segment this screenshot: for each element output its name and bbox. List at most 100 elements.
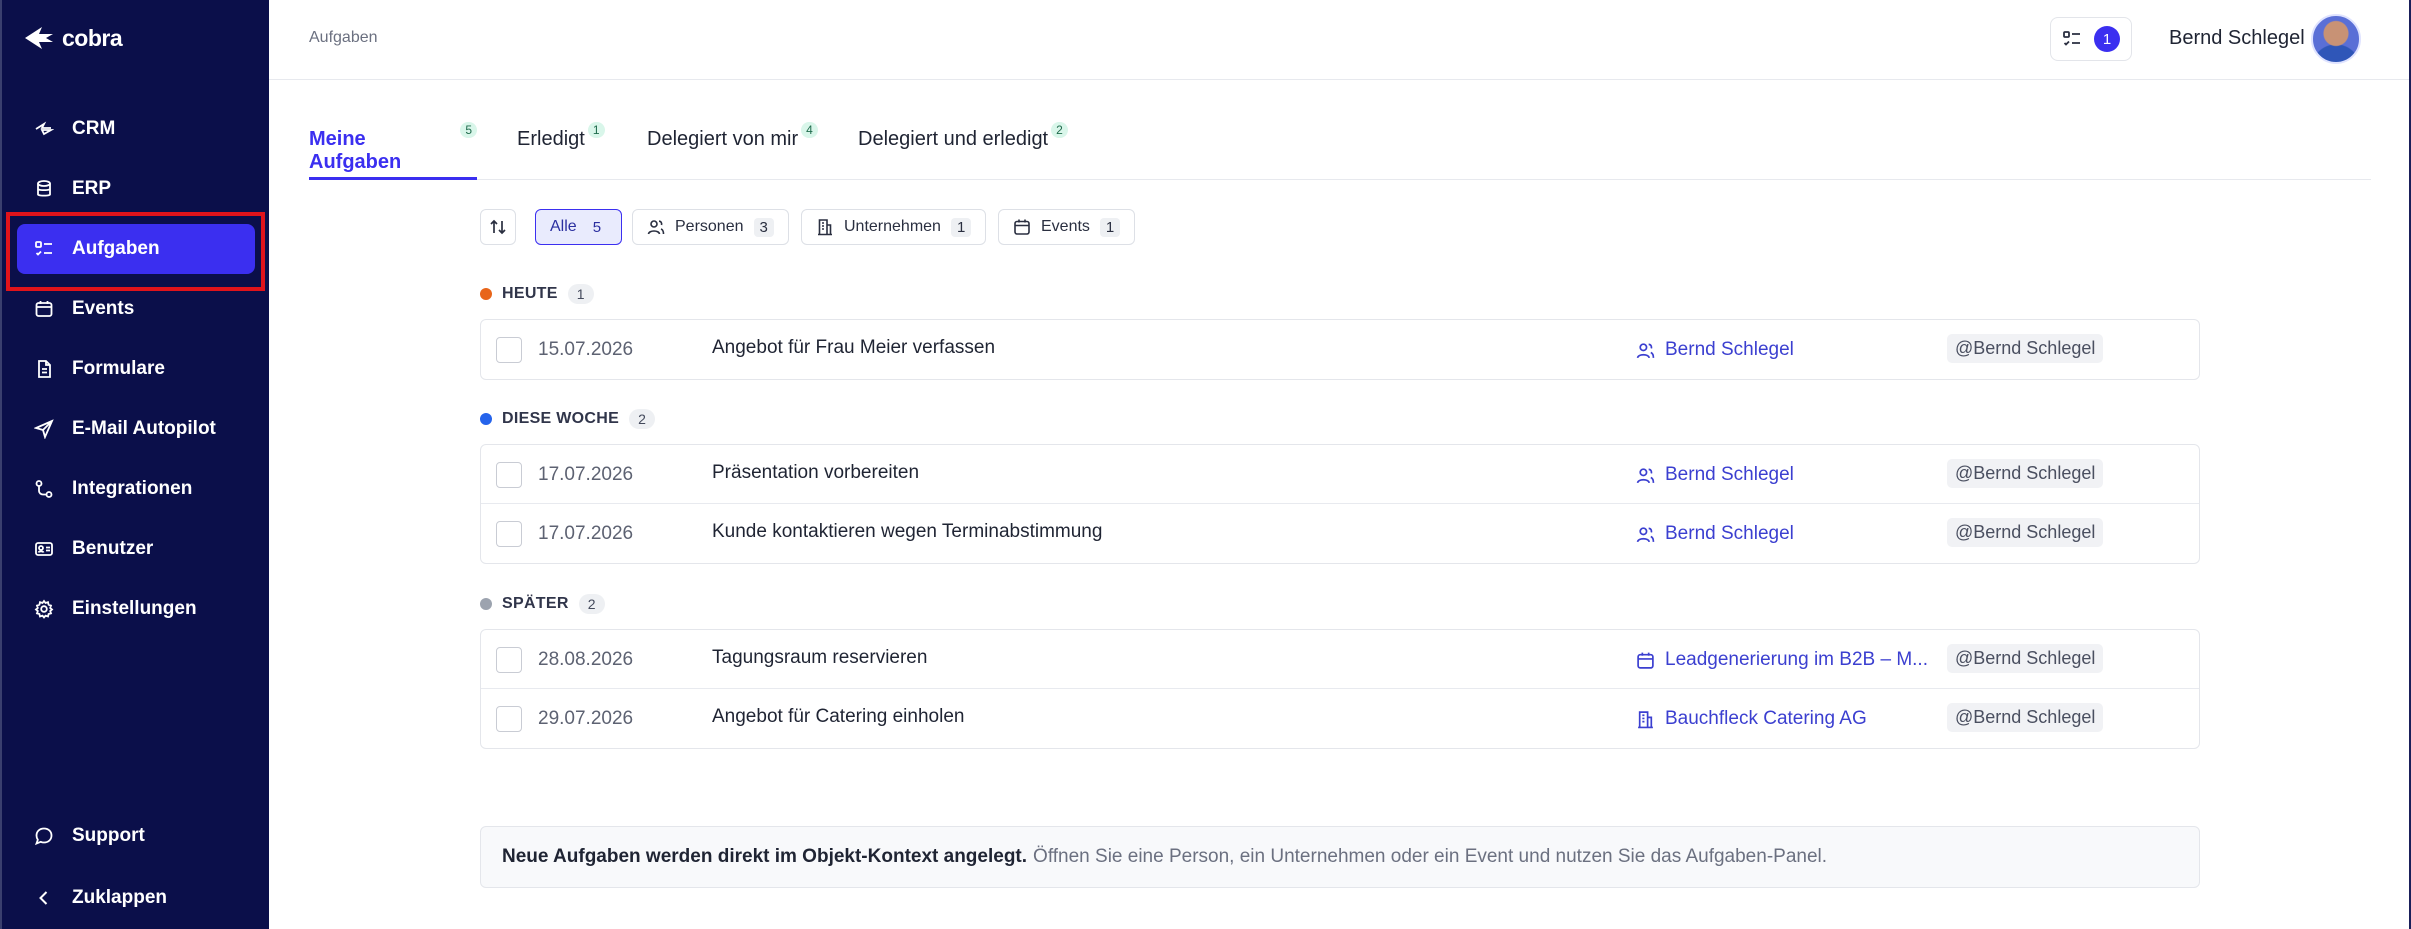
building-icon [818,219,832,236]
sidebar-item-benutzer[interactable]: Benutzer [17,524,255,574]
filter-label: Unternehmen [844,218,941,235]
filter-count: 1 [1099,217,1121,237]
cobra-logo-icon [25,27,53,49]
calendar-icon [1637,652,1654,669]
id-card-icon [35,542,53,556]
sidebar-item-einstellungen[interactable]: Einstellungen [17,584,255,634]
task-checkbox[interactable] [496,647,522,673]
task-related-link[interactable]: Bauchfleck Catering AG [1636,708,1867,730]
filter-count: 3 [753,217,774,237]
task-row[interactable]: 15.07.2026 Angebot für Frau Meier verfas… [481,320,2199,379]
sidebar-item-label: ERP [72,178,112,199]
info-hint: Neue Aufgaben werden direkt im Objekt-Ko… [480,826,2200,888]
task-row[interactable]: 17.07.2026 Präsentation vorbereiten Bern… [481,445,2199,504]
tab-label: Delegiert und erledigt [858,128,1049,150]
task-row[interactable]: 28.08.2026 Tagungsraum reservieren Leadg… [481,630,2199,689]
tab-erledigt[interactable]: Erledigt 1 [517,120,605,180]
support-label: Support [72,825,145,846]
task-row[interactable]: 17.07.2026 Kunde kontaktieren wegen Term… [481,504,2199,563]
task-related-link[interactable]: Bernd Schlegel [1636,464,1794,486]
sidebar: cobra CRM ERP Aufgaben Events Formulare … [0,0,269,929]
gear-icon [34,599,54,619]
people-icon [647,220,665,235]
status-dot [480,598,492,610]
task-checkbox[interactable] [496,706,522,732]
tab-label: Meine Aufgaben [309,128,402,173]
assignee-badge: @Bernd Schlegel [1947,644,2104,673]
group-heading-heute: HEUTE 1 [480,284,594,304]
task-checkbox[interactable] [496,521,522,547]
building-icon [1638,710,1653,728]
task-list-spaeter: 28.08.2026 Tagungsraum reservieren Leadg… [480,629,2200,749]
tab-label: Delegiert von mir [647,128,799,150]
chevron-left-icon [39,891,48,905]
sidebar-item-support[interactable]: Support [17,811,255,861]
sidebar-item-label: Einstellungen [72,598,197,619]
task-link-label: Bernd Schlegel [1665,339,1794,360]
sidebar-item-label: CRM [72,118,116,139]
group-label: DIESE WOCHE [502,410,620,427]
task-counter-button[interactable]: 1 [2050,17,2132,61]
task-checkbox[interactable] [496,337,522,363]
chat-bubble-icon [34,827,53,846]
task-title[interactable]: Präsentation vorbereiten [712,462,919,484]
task-title[interactable]: Angebot für Catering einholen [712,706,964,728]
task-date: 28.08.2026 [538,649,634,670]
sidebar-item-events[interactable]: Events [17,284,255,334]
filter-count: 1 [950,217,972,237]
sidebar-item-email-autopilot[interactable]: E-Mail Autopilot [17,404,255,454]
task-date: 29.07.2026 [538,708,634,729]
task-title[interactable]: Kunde kontaktieren wegen Terminabstimmun… [712,521,1102,543]
sidebar-item-aufgaben[interactable]: Aufgaben [17,224,255,274]
filter-alle[interactable]: Alle 5 [535,209,623,245]
user-name[interactable]: Bernd Schlegel [2169,27,2305,50]
hint-text: Öffnen Sie eine Person, ein Unternehmen … [1033,846,1828,867]
send-icon [34,419,54,439]
task-link-label: Leadgenerierung im B2B – M... [1665,649,1928,670]
task-title[interactable]: Angebot für Frau Meier verfassen [712,337,995,359]
tab-count-badge: 1 [587,122,605,138]
task-date: 15.07.2026 [538,339,634,360]
sidebar-item-erp[interactable]: ERP [17,164,255,214]
filter-label: Alle [550,218,577,235]
sidebar-item-integrationen[interactable]: Integrationen [17,464,255,514]
tab-meine-aufgaben[interactable]: Meine Aufgaben 5 [309,120,477,180]
task-date: 17.07.2026 [538,464,634,485]
tab-delegiert-von-mir[interactable]: Delegiert von mir 4 [647,120,818,180]
task-list-icon [2063,31,2080,46]
filter-label: Events [1041,218,1090,235]
cobra-logo[interactable]: cobra [22,24,123,52]
task-title[interactable]: Tagungsraum reservieren [712,647,927,669]
task-list-icon [35,241,52,256]
sidebar-item-crm[interactable]: CRM [17,104,255,154]
task-related-link[interactable]: Bernd Schlegel [1636,523,1794,545]
filter-events[interactable]: Events 1 [998,209,1136,245]
task-date: 17.07.2026 [538,523,634,544]
filter-label: Personen [675,218,744,235]
assignee-badge: @Bernd Schlegel [1947,518,2104,547]
people-icon [1636,526,1655,542]
filter-count: 5 [592,218,602,236]
sidebar-item-formulare[interactable]: Formulare [17,344,255,394]
avatar[interactable] [2311,14,2361,64]
status-dot [480,288,492,300]
group-count: 2 [629,409,656,429]
breadcrumb[interactable]: Aufgaben [309,29,378,47]
filter-unternehmen[interactable]: Unternehmen 1 [801,209,987,245]
people-icon [1636,342,1655,358]
task-row[interactable]: 29.07.2026 Angebot für Catering einholen… [481,689,2199,748]
task-related-link[interactable]: Leadgenerierung im B2B – M... [1636,649,1928,671]
tab-count-badge: 4 [801,122,818,138]
assignee-badge: @Bernd Schlegel [1947,334,2104,363]
task-related-link[interactable]: Bernd Schlegel [1636,339,1794,361]
filter-personen[interactable]: Personen 3 [632,209,789,245]
sidebar-item-label: Benutzer [72,538,154,559]
sort-arrows-icon [490,219,506,235]
database-icon [37,180,51,197]
integration-icon [35,480,53,498]
tab-delegiert-und-erledigt[interactable]: Delegiert und erledigt 2 [858,120,1068,180]
people-icon [1636,467,1655,483]
sort-button[interactable] [480,209,516,245]
task-checkbox[interactable] [496,462,522,488]
collapse-sidebar-button[interactable]: Zuklappen [17,873,255,923]
